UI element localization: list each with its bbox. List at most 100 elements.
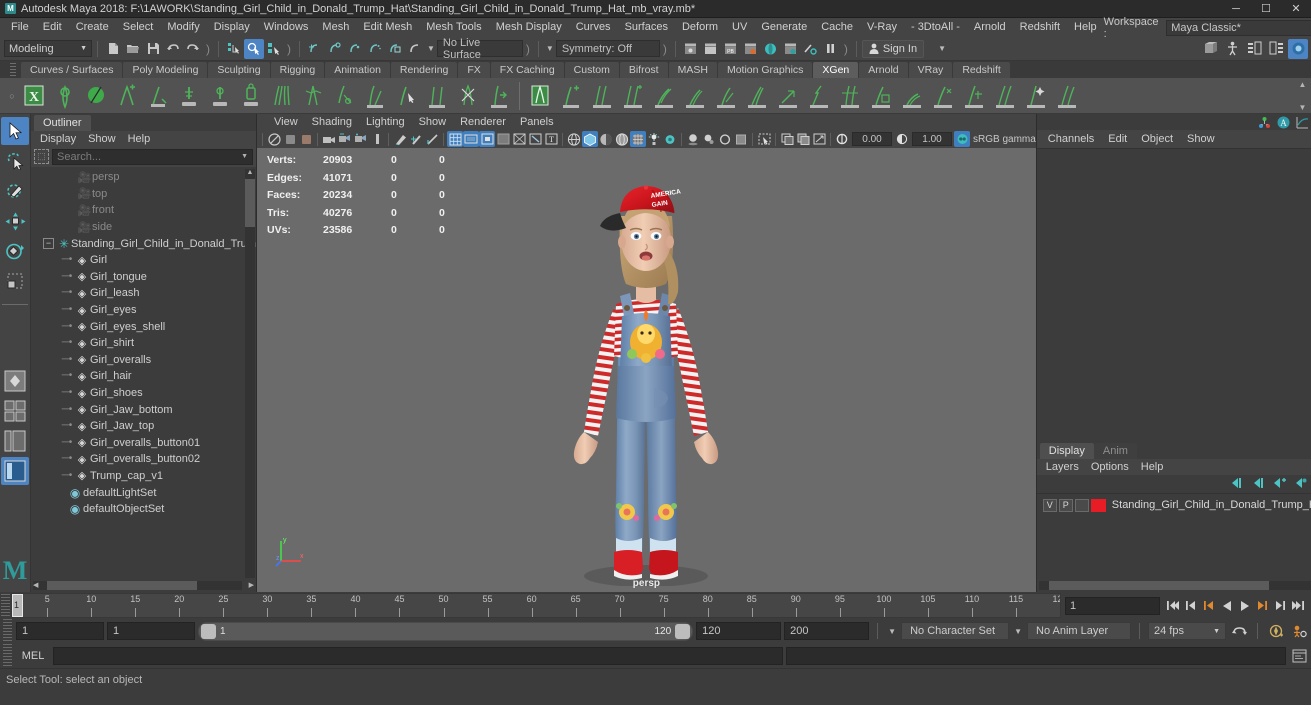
paint-select-tool-icon[interactable] bbox=[1, 177, 29, 205]
menu-item-deform[interactable]: Deform bbox=[675, 18, 725, 37]
menu-item-windows[interactable]: Windows bbox=[257, 18, 316, 37]
groom-density-icon[interactable] bbox=[618, 81, 648, 111]
toggle-render-icon[interactable] bbox=[801, 39, 821, 59]
xgen-add-guide-icon[interactable] bbox=[112, 81, 142, 111]
command-result-field[interactable] bbox=[786, 646, 1286, 665]
groom-length-icon[interactable] bbox=[711, 81, 741, 111]
use-default-lighting-icon[interactable] bbox=[646, 131, 662, 147]
scroll-right-icon[interactable]: ▶ bbox=[249, 581, 254, 590]
outliner-menu-help[interactable]: Help bbox=[122, 131, 157, 148]
graph-editor-icon[interactable] bbox=[1296, 115, 1310, 129]
outliner-horizontal-scrollbar[interactable] bbox=[33, 581, 242, 590]
shelf-tab-animation[interactable]: Animation bbox=[325, 62, 390, 78]
groom-part-icon[interactable] bbox=[835, 81, 865, 111]
animation-preferences-icon[interactable] bbox=[1289, 621, 1309, 641]
measure-tool-icon[interactable] bbox=[424, 131, 440, 147]
groom-cut-icon[interactable] bbox=[773, 81, 803, 111]
3d-viewport[interactable]: Verts: 20903 0 0 Edges: 41071 0 0 Faces: 20234 0 0 T… bbox=[257, 148, 1036, 592]
channelbox-menu-edit[interactable]: Edit bbox=[1101, 130, 1134, 148]
xgen-preview-icon[interactable] bbox=[453, 81, 483, 111]
outliner-item-girl-jaw-bottom[interactable]: ─• ◈ Girl_Jaw_bottom bbox=[31, 401, 256, 418]
groom-scale-icon[interactable] bbox=[959, 81, 989, 111]
groom-mask-icon[interactable] bbox=[866, 81, 896, 111]
modeling-toolkit-icon[interactable] bbox=[1200, 39, 1220, 59]
channelbox-menu-show[interactable]: Show bbox=[1180, 130, 1222, 148]
anim-layer-chevron-icon[interactable]: ▼ bbox=[1012, 627, 1024, 636]
outliner-item-girl-shirt[interactable]: ─• ◈ Girl_shirt bbox=[31, 335, 256, 352]
shadows-icon[interactable] bbox=[685, 131, 701, 147]
outliner-menu-display[interactable]: Display bbox=[34, 131, 82, 148]
go-to-end-icon[interactable] bbox=[1290, 596, 1307, 616]
isolate-select-icon[interactable] bbox=[756, 131, 772, 147]
groom-noise-icon[interactable] bbox=[804, 81, 834, 111]
copy-viewport-icon[interactable] bbox=[779, 131, 795, 147]
tab-outliner[interactable]: Outliner bbox=[34, 115, 91, 131]
menu-item-display[interactable]: Display bbox=[207, 18, 257, 37]
chevron-down-icon[interactable]: ▼ bbox=[425, 44, 437, 53]
channel-box-content[interactable] bbox=[1036, 148, 1311, 443]
save-scene-icon[interactable] bbox=[143, 39, 163, 59]
range-start-field[interactable]: 1 bbox=[107, 622, 195, 640]
outliner-item-front[interactable]: 🎥 front bbox=[31, 202, 256, 219]
text-overlay-icon[interactable]: T bbox=[543, 131, 559, 147]
menu-item-edit-mesh[interactable]: Edit Mesh bbox=[356, 18, 419, 37]
animation-preferences-loop-icon[interactable] bbox=[1229, 621, 1249, 641]
xgen-coil-modifier-icon[interactable] bbox=[360, 81, 390, 111]
exposure-value[interactable]: 0.00 bbox=[852, 132, 892, 146]
symmetry-field[interactable]: Symmetry: Off bbox=[555, 40, 660, 57]
outliner-menu-show[interactable]: Show bbox=[82, 131, 122, 148]
wireframe-shading-icon[interactable] bbox=[566, 131, 582, 147]
hik-character-controls-icon[interactable] bbox=[1222, 39, 1242, 59]
menu-item-3dtoall[interactable]: - 3DtoAll - bbox=[904, 18, 967, 37]
shelf-tab-vray[interactable]: VRay bbox=[908, 62, 953, 78]
outliner-item-girl-eyes-shell[interactable]: ─• ◈ Girl_eyes_shell bbox=[31, 318, 256, 335]
anim-end-field[interactable]: 200 bbox=[784, 622, 870, 640]
scroll-left-icon[interactable]: ◀ bbox=[33, 581, 38, 590]
hypershade-icon[interactable] bbox=[761, 39, 781, 59]
shelf-tab-poly-modeling[interactable]: Poly Modeling bbox=[123, 62, 208, 78]
select-filter-icon[interactable]: ⬚ bbox=[34, 149, 49, 164]
scroll-up-icon[interactable]: ▲ bbox=[245, 169, 255, 176]
undo-icon[interactable] bbox=[163, 39, 183, 59]
groom-cache-icon[interactable] bbox=[1052, 81, 1082, 111]
outliner-vertical-scrollbar[interactable] bbox=[245, 169, 255, 578]
menu-item-edit[interactable]: Edit bbox=[36, 18, 69, 37]
menu-item-generate[interactable]: Generate bbox=[754, 18, 814, 37]
range-start-handle[interactable] bbox=[201, 623, 216, 639]
shelf-tab-curves-surfaces[interactable]: Curves / Surfaces bbox=[21, 62, 123, 78]
multisample-aa-icon[interactable] bbox=[733, 131, 749, 147]
rotate-tool-icon[interactable] bbox=[1, 237, 29, 265]
shaded-wireframe-icon[interactable] bbox=[614, 131, 630, 147]
command-input[interactable] bbox=[53, 646, 783, 665]
layer-hscrollbar-thumb[interactable] bbox=[1048, 581, 1269, 590]
menu-item-create[interactable]: Create bbox=[69, 18, 116, 37]
outliner-item-defaultobjectset[interactable]: ◉ defaultObjectSet bbox=[31, 501, 256, 518]
character-set-field[interactable]: No Character Set bbox=[901, 622, 1010, 640]
layer-color-swatch[interactable] bbox=[1090, 498, 1106, 512]
snap-to-projected-center-icon[interactable] bbox=[365, 39, 385, 59]
film-gate-icon[interactable] bbox=[463, 131, 479, 147]
xgen-export-patches-icon[interactable] bbox=[484, 81, 514, 111]
layer-new-from-selection-icon[interactable] bbox=[1293, 477, 1307, 492]
grease-pencil-icon[interactable] bbox=[392, 131, 408, 147]
viewport-menu-view[interactable]: View bbox=[267, 114, 305, 130]
shelf-tab-arnold[interactable]: Arnold bbox=[859, 62, 908, 78]
layer-list[interactable]: V P Standing_Girl_Child_in_Donald_Trump_Ha… bbox=[1036, 493, 1311, 579]
color-management-icon[interactable] bbox=[954, 131, 970, 147]
outliner-item-girl-jaw-top[interactable]: ─• ◈ Girl_Jaw_top bbox=[31, 418, 256, 435]
layout-persp-outliner-icon[interactable] bbox=[1, 427, 29, 455]
groom-clump-icon[interactable] bbox=[742, 81, 772, 111]
layer-menu-help[interactable]: Help bbox=[1135, 459, 1170, 475]
menu-item-v-ray[interactable]: V-Ray bbox=[860, 18, 904, 37]
hscrollbar-thumb[interactable] bbox=[47, 581, 197, 590]
grid-toggle-icon[interactable] bbox=[447, 131, 463, 147]
resolution-gate-icon[interactable] bbox=[479, 131, 495, 147]
groom-convert-icon[interactable] bbox=[990, 81, 1020, 111]
viewport-menu-shading[interactable]: Shading bbox=[305, 114, 359, 130]
gate-mask-toggle-icon[interactable] bbox=[495, 131, 511, 147]
outliner-item-girl-shoes[interactable]: ─• ◈ Girl_shoes bbox=[31, 385, 256, 402]
menu-item-file[interactable]: File bbox=[4, 18, 36, 37]
groom-bend-icon[interactable] bbox=[897, 81, 927, 111]
open-scene-icon[interactable] bbox=[123, 39, 143, 59]
render-sequence-icon[interactable] bbox=[741, 39, 761, 59]
